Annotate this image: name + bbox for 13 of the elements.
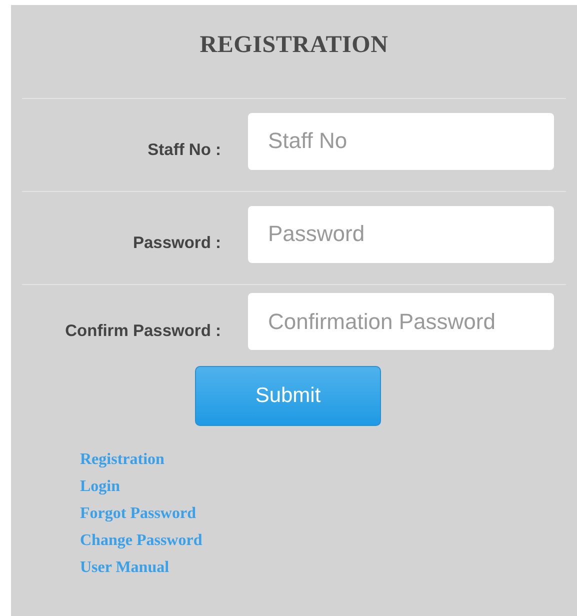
field-label: Staff No :	[146, 140, 221, 160]
nav-link[interactable]: Registration	[80, 446, 164, 473]
form-title: REGISTRATION	[198, 31, 390, 60]
nav-link[interactable]: Login	[80, 473, 120, 500]
nav-link[interactable]: User Manual	[80, 554, 170, 581]
submit-button[interactable]: Submit	[195, 366, 381, 426]
field-label: Confirm Password :	[64, 320, 221, 340]
input-field[interactable]: Staff No	[248, 112, 554, 170]
input-field[interactable]: Confirmation Password	[248, 293, 554, 350]
field-label: Password :	[132, 233, 221, 253]
nav-link[interactable]: Forgot Password	[80, 500, 196, 527]
input-field[interactable]: Password	[248, 206, 554, 262]
nav-link[interactable]: Change Password	[80, 527, 202, 554]
